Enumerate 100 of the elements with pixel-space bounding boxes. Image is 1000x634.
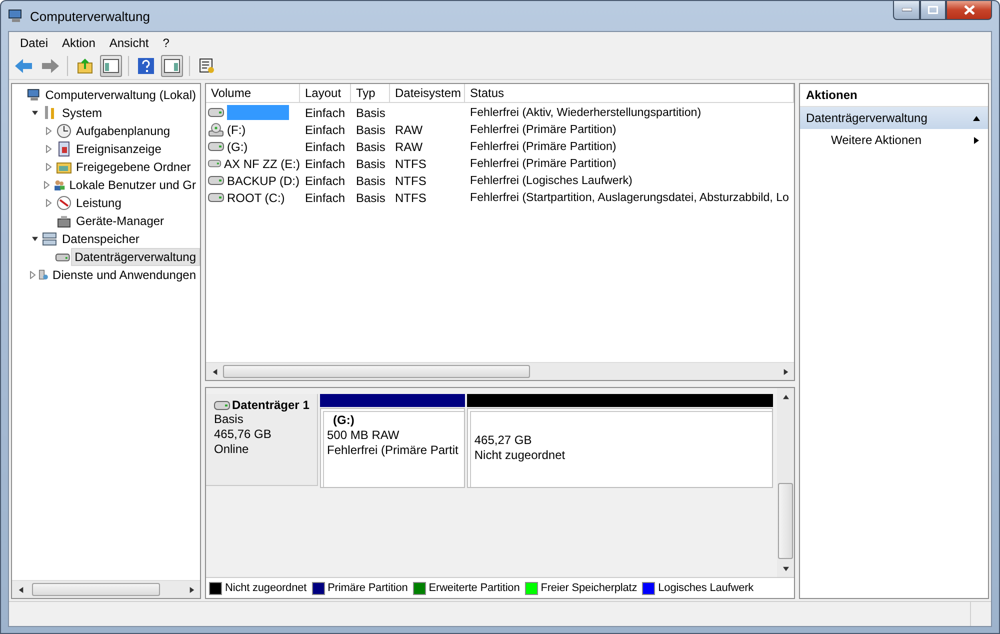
log-icon	[56, 141, 72, 157]
tree-item[interactable]: Datenträgerverwaltung	[70, 248, 200, 266]
drive-icon	[208, 176, 224, 185]
drive-icon	[208, 108, 224, 117]
table-cell-text: Fehlerfrei (Primäre Partition)	[469, 157, 618, 170]
menu-item[interactable]: Datei	[13, 36, 56, 50]
maximize-button[interactable]	[920, 1, 946, 20]
console-tree-button[interactable]	[100, 55, 122, 77]
window-title: Computerverwaltung	[30, 8, 151, 24]
computer-icon	[26, 87, 42, 103]
partition-detail: 465,27 GB	[474, 433, 533, 448]
horizontal-scrollbar[interactable]	[206, 362, 794, 380]
column-header[interactable]: Volume	[206, 84, 300, 102]
maximize-icon	[928, 6, 938, 14]
menu-item[interactable]: Aktion	[55, 36, 102, 50]
tree-item[interactable]: Dienste und Anwendungen	[48, 266, 200, 284]
disk-info-panel[interactable]: Datenträger 1 Basis 465,76 GB Online	[206, 394, 318, 486]
drive-icon	[214, 400, 230, 410]
table-cell-text: NTFS	[394, 156, 428, 170]
table-cell-text: Basis	[355, 106, 386, 120]
submenu-arrow-icon	[973, 136, 980, 144]
actions-section[interactable]: Datenträgerverwaltung	[800, 107, 988, 129]
table-cell-text: Einfach	[304, 174, 346, 188]
tree-item[interactable]: Leistung	[72, 194, 126, 212]
legend-label: Logisches Laufwerk	[658, 582, 754, 594]
scroll-right-icon	[188, 586, 194, 592]
action-pane-button[interactable]	[161, 55, 183, 77]
pane-right-icon	[164, 59, 180, 73]
legend-label: Freier Speicherplatz	[540, 582, 638, 594]
table-cell-text: Fehlerfrei (Primäre Partition)	[469, 123, 618, 136]
selected-cell[interactable]	[227, 105, 289, 120]
legend-label: Nicht zugeordnet	[225, 582, 307, 594]
table-cell: BACKUP (D:)	[227, 174, 300, 188]
menu-item[interactable]: Ansicht	[102, 36, 156, 50]
table-cell-text: RAW	[394, 140, 424, 154]
collapsed-arrow-icon[interactable]	[30, 271, 36, 279]
table-cell: AX NF ZZ (E:)	[224, 156, 300, 170]
tree-item[interactable]: Freigegebene Ordner	[72, 158, 195, 176]
table-cell-text: Basis	[355, 156, 386, 170]
table-cell-text: Basis	[355, 174, 386, 188]
table-cell-text: Basis	[355, 122, 386, 136]
collapsed-arrow-icon[interactable]	[44, 181, 50, 189]
pane-left-icon	[103, 59, 119, 73]
close-icon	[964, 5, 974, 15]
table-cell-text: RAW	[394, 122, 424, 136]
table-cell: (F:)	[227, 122, 246, 136]
legend-label: Primäre Partition	[328, 582, 408, 594]
action-item[interactable]: Weitere Aktionen	[800, 129, 988, 151]
partition-detail: Nicht zugeordnet	[474, 448, 566, 463]
partition-box[interactable]: 465,27 GB Nicht zugeordnet	[467, 408, 773, 488]
vertical-scrollbar[interactable]	[777, 388, 794, 577]
table-cell-text: NTFS	[394, 174, 428, 188]
disk-name: Datenträger 1	[232, 398, 310, 412]
column-header[interactable]: Typ	[351, 84, 390, 102]
table-cell-text: Einfach	[304, 156, 346, 170]
tree-item[interactable]: Lokale Benutzer und Gr	[65, 176, 200, 194]
partition-box[interactable]: (G:) 500 MB RAW Fehlerfrei (Primäre Partit	[320, 408, 466, 488]
legend-label: Erweiterte Partition	[428, 582, 520, 594]
drive-icon	[208, 142, 224, 151]
table-cell-text: Fehlerfrei (Logisches Laufwerk)	[469, 174, 634, 187]
clock-icon	[56, 123, 72, 139]
forward-arrow-icon	[41, 59, 59, 73]
collapse-caret-icon	[973, 114, 980, 122]
column-header[interactable]: Dateisystem	[390, 84, 465, 102]
tree-item[interactable]: Geräte-Manager	[72, 212, 168, 230]
computer-icon	[8, 8, 24, 24]
folder-up-icon	[77, 58, 93, 74]
collapsed-arrow-icon[interactable]	[46, 145, 52, 153]
table-cell: (G:)	[227, 140, 248, 154]
scroll-right-icon	[782, 368, 788, 374]
drive-icon	[208, 193, 224, 202]
tree-item[interactable]: Ereignisanzeige	[72, 140, 166, 158]
table-cell-text: Fehlerfrei (Aktiv, Wiederherstellungspartition)	[469, 106, 702, 119]
scroll-down-icon	[782, 566, 788, 572]
expanded-arrow-icon	[32, 110, 38, 116]
help-button[interactable]	[135, 55, 157, 77]
tree-item[interactable]: Aufgabenplanung	[72, 122, 174, 140]
table-cell-text: Einfach	[304, 140, 346, 154]
column-header[interactable]: Status	[465, 84, 794, 102]
table-cell-text: NTFS	[394, 190, 428, 204]
collapsed-arrow-icon[interactable]	[46, 127, 52, 135]
scroll-up-icon	[782, 394, 788, 400]
disk-size: 465,76 GB	[214, 427, 272, 442]
disk-status: Online	[214, 442, 250, 457]
collapsed-arrow-icon[interactable]	[46, 163, 52, 171]
minimize-icon	[902, 8, 912, 12]
partition-detail: 500 MB RAW	[327, 428, 400, 443]
tree-item[interactable]: Computerverwaltung (Lokal)	[41, 86, 200, 104]
collapsed-arrow-icon[interactable]	[46, 199, 52, 207]
scroll-left-icon	[18, 586, 24, 592]
column-header[interactable]: Layout	[300, 84, 351, 102]
close-button[interactable]	[946, 1, 992, 20]
minimize-button[interactable]	[893, 1, 920, 20]
horizontal-scrollbar[interactable]	[12, 580, 200, 598]
device-icon	[56, 213, 72, 229]
tree-item[interactable]: Datenspeicher	[58, 230, 144, 248]
properties-icon	[199, 58, 215, 74]
tree-item[interactable]: System	[58, 104, 106, 122]
storage-icon	[42, 231, 58, 247]
menu-item[interactable]: ?	[156, 36, 176, 50]
